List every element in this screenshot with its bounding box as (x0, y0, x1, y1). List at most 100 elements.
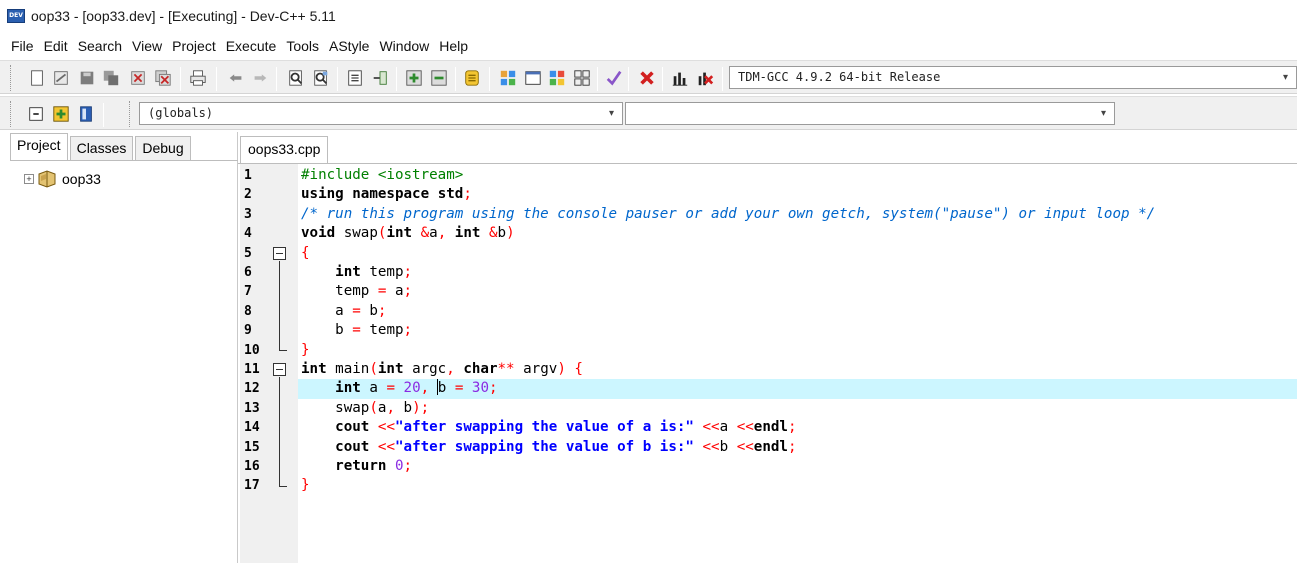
fold-toggle-icon[interactable] (273, 363, 286, 376)
line-number: 17 (244, 478, 260, 494)
code-line[interactable]: { (298, 244, 1297, 263)
tab-oops33-cpp[interactable]: oops33.cpp (240, 136, 329, 164)
compile-icon[interactable] (498, 68, 518, 88)
close-all-icon[interactable] (153, 68, 173, 88)
line-number: 2 (244, 187, 252, 203)
menu-edit[interactable]: Edit (44, 38, 68, 54)
toolbar-grip[interactable] (10, 65, 14, 91)
line-number: 15 (244, 439, 260, 455)
project-tree-item[interactable]: + oop33 (24, 170, 101, 188)
code-line[interactable]: } (298, 476, 1297, 495)
toolbar-grip[interactable] (10, 101, 14, 127)
code-line[interactable]: b = temp; (298, 321, 1297, 340)
toolbar-separator (489, 67, 490, 91)
code-line[interactable]: swap(a, b); (298, 399, 1297, 418)
code-line[interactable]: a = b; (298, 302, 1297, 321)
tab-debug[interactable]: Debug (135, 136, 191, 160)
devcpp-app-icon[interactable]: DEV (7, 9, 25, 23)
line-number: 7 (244, 284, 252, 300)
chevron-down-icon[interactable]: ▾ (609, 103, 614, 124)
tab-classes[interactable]: Classes (69, 136, 134, 160)
line-number: 5 (244, 245, 252, 261)
menu-view[interactable]: View (132, 38, 162, 54)
line-number: 13 (244, 400, 260, 416)
code-line[interactable]: /* run this program using the console pa… (298, 205, 1297, 224)
run-icon[interactable] (523, 68, 543, 88)
project-icon (38, 170, 56, 188)
menu-astyle[interactable]: AStyle (329, 38, 369, 54)
insert-icon[interactable] (26, 104, 46, 124)
tab-project[interactable]: Project (10, 133, 68, 161)
title-bar: DEV oop33 - [oop33.dev] - [Executing] - … (0, 0, 1297, 32)
save-all-icon[interactable] (101, 68, 121, 88)
compile-run-icon[interactable] (547, 68, 567, 88)
code-editor[interactable]: #include <iostream> using namespace std;… (298, 164, 1297, 563)
fold-end-marker (279, 486, 287, 487)
toolbar-separator (455, 67, 456, 91)
toolbar-separator (180, 67, 181, 91)
remove-from-project-icon[interactable] (429, 68, 449, 88)
menu-file[interactable]: File (11, 38, 34, 54)
menu-bar: File Edit Search View Project Execute To… (0, 35, 1297, 57)
goto-line-icon[interactable] (345, 68, 365, 88)
print-icon[interactable] (188, 68, 208, 88)
line-number: 4 (244, 226, 252, 242)
toolbar-grip[interactable] (129, 101, 133, 127)
code-line[interactable]: return 0; (298, 457, 1297, 476)
save-icon[interactable] (77, 68, 97, 88)
add-to-project-icon[interactable] (404, 68, 424, 88)
toggle-breakpoint-icon[interactable] (51, 104, 71, 124)
open-file-icon[interactable] (51, 68, 71, 88)
code-line[interactable]: } (298, 341, 1297, 360)
scope-select[interactable]: (globals) ▾ (139, 102, 623, 125)
code-line[interactable]: cout <<"after swapping the value of a is… (298, 418, 1297, 437)
code-line[interactable]: using namespace std; (298, 185, 1297, 204)
line-number: 9 (244, 323, 252, 339)
panel-tabs: Project Classes Debug (10, 133, 193, 161)
profile-analysis-icon[interactable] (670, 68, 690, 88)
code-line[interactable]: int temp; (298, 263, 1297, 282)
new-file-icon[interactable] (27, 68, 47, 88)
members-select[interactable]: ▾ (625, 102, 1115, 125)
menu-search[interactable]: Search (78, 38, 122, 54)
chevron-down-icon[interactable]: ▾ (1101, 103, 1106, 124)
line-number: 11 (244, 362, 260, 377)
menu-project[interactable]: Project (172, 38, 216, 54)
delete-profile-icon[interactable] (695, 68, 715, 88)
menu-execute[interactable]: Execute (226, 38, 277, 54)
tree-expand-icon[interactable]: + (24, 174, 34, 184)
code-line[interactable]: cout <<"after swapping the value of b is… (298, 438, 1297, 457)
menu-help[interactable]: Help (439, 38, 468, 54)
secondary-toolbar: (globals) ▾ ▾ (0, 96, 1297, 130)
project-options-icon[interactable] (462, 68, 482, 88)
rebuild-all-icon[interactable] (572, 68, 592, 88)
line-number: 1 (244, 168, 252, 183)
syntax-check-icon[interactable] (604, 68, 624, 88)
toolbar-separator (337, 67, 338, 91)
menu-window[interactable]: Window (379, 38, 429, 54)
window-title: oop33 - [oop33.dev] - [Executing] - Dev-… (31, 8, 336, 24)
code-line[interactable]: #include <iostream> (298, 166, 1297, 185)
toggle-bookmark-icon[interactable] (370, 68, 390, 88)
code-line[interactable]: int main(int argc, char** argv) { (298, 360, 1297, 379)
line-number: 8 (244, 303, 252, 319)
compiler-select[interactable]: TDM-GCC 4.9.2 64-bit Release ▾ (729, 66, 1297, 89)
bookmark-icon[interactable] (76, 104, 96, 124)
fold-toggle-icon[interactable] (273, 247, 286, 260)
menu-tools[interactable]: Tools (286, 38, 319, 54)
editor-tab-bar: oops33.cpp (238, 132, 1297, 164)
line-number: 3 (244, 206, 252, 222)
code-line[interactable]: void swap(int &a, int &b) (298, 224, 1297, 243)
undo-icon[interactable] (226, 68, 246, 88)
find-icon[interactable] (286, 68, 306, 88)
toolbar-separator (216, 67, 217, 91)
redo-icon[interactable] (250, 68, 270, 88)
close-file-icon[interactable] (128, 68, 148, 88)
replace-icon[interactable] (311, 68, 331, 88)
code-line[interactable]: int a = 20, b = 30; (298, 379, 1297, 399)
code-line[interactable]: temp = a; (298, 282, 1297, 301)
project-tree-label: oop33 (62, 171, 101, 187)
fold-guide (279, 261, 280, 350)
stop-execution-icon[interactable] (637, 68, 657, 88)
chevron-down-icon[interactable]: ▾ (1283, 67, 1288, 88)
